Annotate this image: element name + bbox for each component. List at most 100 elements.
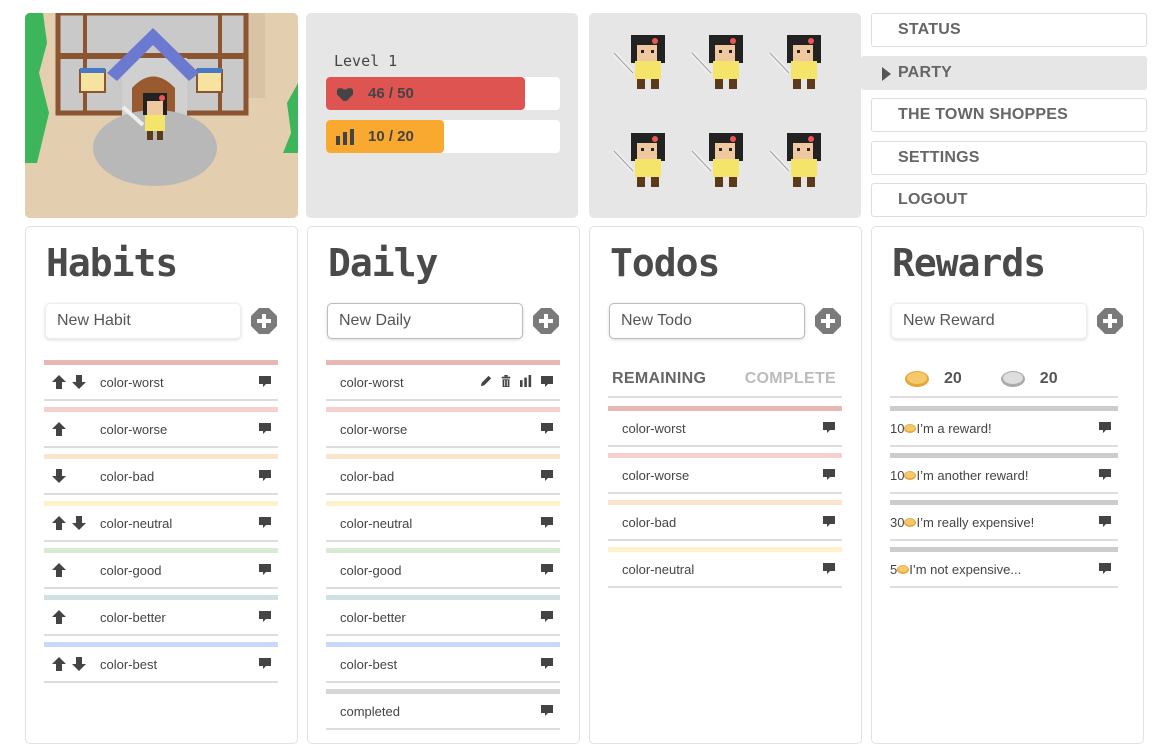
arrow-up-icon[interactable] <box>52 516 66 530</box>
habit-item[interactable]: color-best <box>44 642 278 689</box>
task-label: color-worse <box>340 421 408 437</box>
reward-item[interactable]: 30 I’m really expensive! <box>890 500 1118 547</box>
comment-icon[interactable] <box>1098 561 1112 578</box>
comment-icon[interactable] <box>540 515 554 532</box>
task-label: color-worse <box>100 421 168 437</box>
daily-item[interactable]: color-best <box>326 642 560 689</box>
habit-item[interactable]: color-bad <box>44 454 278 501</box>
gold-balance: 20 <box>890 370 962 388</box>
reward-price-value: 10 <box>890 420 905 436</box>
comment-icon[interactable] <box>822 514 836 531</box>
comment-icon[interactable] <box>1098 420 1112 437</box>
nav-item-label: THE TOWN SHOPPES <box>898 106 1069 123</box>
nav-item-settings[interactable]: SETTINGS <box>871 140 1147 175</box>
reward-price: 30 <box>890 514 917 530</box>
silver-amount: 20 <box>1039 370 1058 387</box>
new-daily-input[interactable] <box>327 303 523 339</box>
comment-icon[interactable] <box>1098 467 1112 484</box>
arrow-up-icon[interactable] <box>52 610 66 624</box>
comment-icon[interactable] <box>258 421 272 438</box>
task-label: color-best <box>100 656 158 672</box>
daily-item[interactable]: color-worst <box>326 360 560 407</box>
todo-list: color-worst color-worse color-bad color-neu… <box>608 406 842 594</box>
arrow-up-icon[interactable] <box>52 657 66 671</box>
reward-item[interactable]: 10 I’m a reward! <box>890 406 1118 453</box>
reward-item[interactable]: 5 I’m not expensive... <box>890 547 1118 594</box>
new-todo-input[interactable] <box>609 303 805 339</box>
party-member-sprite <box>768 133 821 187</box>
daily-item[interactable]: completed <box>326 689 560 736</box>
edit-icon[interactable] <box>480 375 492 390</box>
task-label: color-worse <box>622 467 690 483</box>
todo-item[interactable]: color-neutral <box>608 547 842 594</box>
comment-icon[interactable] <box>258 374 272 391</box>
add-habit-button[interactable] <box>250 307 278 335</box>
comment-icon[interactable] <box>540 656 554 673</box>
reward-item[interactable]: 10 I’m another reward! <box>890 453 1118 500</box>
habit-item[interactable]: color-good <box>44 548 278 595</box>
plus-icon <box>533 308 559 334</box>
arrow-down-icon[interactable] <box>52 469 66 483</box>
arrow-up-icon[interactable] <box>52 422 66 436</box>
comment-icon[interactable] <box>258 562 272 579</box>
reward-price: 10 <box>890 420 917 436</box>
comment-icon[interactable] <box>258 468 272 485</box>
comment-icon[interactable] <box>540 562 554 579</box>
plus-icon <box>251 308 277 334</box>
daily-item[interactable]: color-neutral <box>326 501 560 548</box>
task-label: color-worst <box>622 420 686 436</box>
nav-item-status[interactable]: STATUS <box>871 13 1147 47</box>
comment-icon[interactable] <box>822 561 836 578</box>
nav-item-label: SETTINGS <box>898 148 980 166</box>
comment-icon[interactable] <box>258 609 272 626</box>
daily-item[interactable]: color-bad <box>326 454 560 501</box>
habit-list: color-worst color-worse color-bad color-neu… <box>44 360 278 689</box>
comment-icon[interactable] <box>540 609 554 626</box>
daily-item[interactable]: color-worse <box>326 407 560 454</box>
comment-icon[interactable] <box>822 467 836 484</box>
party-member-sprite <box>612 133 665 187</box>
bars-icon <box>336 128 354 145</box>
habit-item[interactable]: color-worst <box>44 360 278 407</box>
arrow-up-icon[interactable] <box>52 563 66 577</box>
new-habit-input[interactable] <box>45 303 241 339</box>
add-todo-button[interactable] <box>814 307 842 335</box>
arrow-down-icon[interactable] <box>72 657 86 671</box>
arrow-down-icon[interactable] <box>72 516 86 530</box>
comment-icon[interactable] <box>540 468 554 485</box>
plus-icon <box>815 308 841 334</box>
habit-item[interactable]: color-worse <box>44 407 278 454</box>
reward-price-value: 30 <box>890 514 905 530</box>
task-label: I’m really expensive! <box>916 514 1035 530</box>
comment-icon[interactable] <box>258 656 272 673</box>
comment-icon[interactable] <box>1098 514 1112 531</box>
todo-item[interactable]: color-worst <box>608 406 842 453</box>
todo-item[interactable]: color-worse <box>608 453 842 500</box>
arrow-down-icon[interactable] <box>72 375 86 389</box>
add-reward-button[interactable] <box>1096 307 1124 335</box>
nav-item-logout[interactable]: LOGOUT <box>871 183 1147 217</box>
add-daily-button[interactable] <box>532 307 560 335</box>
comment-icon[interactable] <box>540 421 554 438</box>
todo-item[interactable]: color-bad <box>608 500 842 547</box>
comment-icon[interactable] <box>258 515 272 532</box>
tab-remaining[interactable]: REMAINING <box>612 370 706 388</box>
new-reward-input[interactable] <box>891 303 1087 339</box>
nav-item-the-town-shoppes[interactable]: THE TOWN SHOPPES <box>871 98 1147 132</box>
comment-icon[interactable] <box>540 703 554 720</box>
daily-item[interactable]: color-better <box>326 595 560 642</box>
nav-item-party[interactable]: PARTY <box>861 55 1147 90</box>
comment-icon[interactable] <box>822 420 836 437</box>
daily-item[interactable]: color-good <box>326 548 560 595</box>
task-label: color-bad <box>340 468 395 484</box>
comment-icon[interactable] <box>540 374 554 391</box>
plus-icon <box>1097 308 1123 334</box>
arrow-up-icon[interactable] <box>52 375 66 389</box>
nav-item-label: STATUS <box>898 21 961 38</box>
trash-icon[interactable] <box>500 374 512 390</box>
habit-item[interactable]: color-neutral <box>44 501 278 548</box>
chart-icon[interactable] <box>520 374 532 390</box>
habit-item[interactable]: color-better <box>44 595 278 642</box>
tab-complete[interactable]: COMPLETE <box>745 370 836 388</box>
party-member-sprite <box>768 35 821 89</box>
